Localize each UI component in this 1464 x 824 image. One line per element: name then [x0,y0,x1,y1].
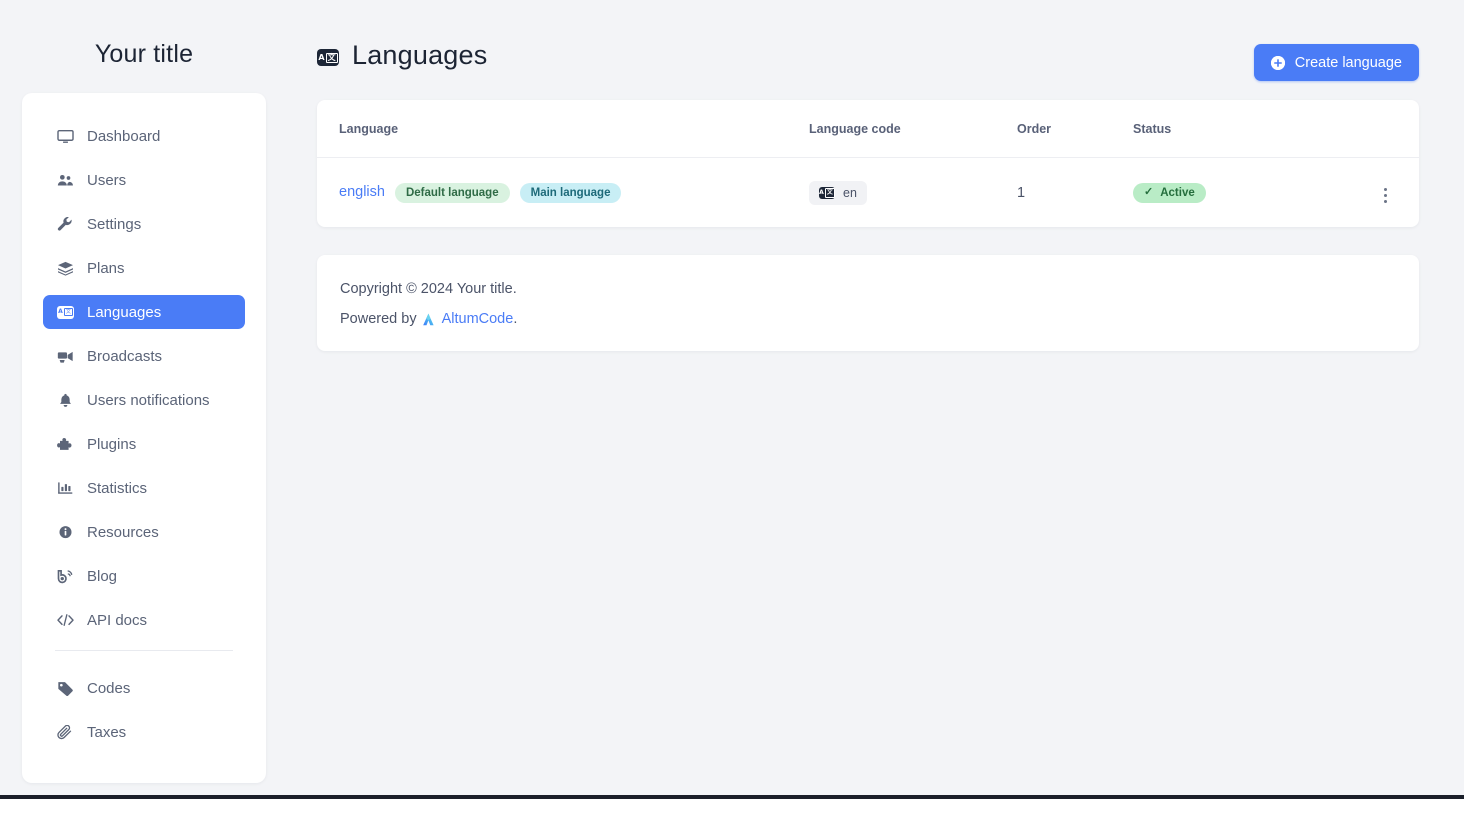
status-badge: ✓ Active [1133,183,1206,203]
language-code-value: en [843,186,857,200]
puzzle-piece-icon [55,435,76,453]
language-icon: A文 [55,303,76,321]
footer-copyright-line: Copyright © 2024 Your title. [340,281,1396,297]
footer-powered-prefix: Powered by [340,311,417,327]
language-link[interactable]: english [339,184,385,200]
sidebar-item-label: Dashboard [87,128,160,145]
language-code-pill: A文 en [809,181,867,205]
kebab-menu-icon[interactable] [1378,185,1393,206]
footer-powered-suffix: . [513,311,517,327]
language-icon: A文 [819,187,835,199]
browser-bottom-bar [0,798,1464,824]
sidebar-item-label: Blog [87,568,117,585]
sidebar-item-label: Statistics [87,480,147,497]
sidebar: Dashboard Users Settings Plans A文 Languages Br… [22,93,266,783]
info-circle-icon [55,523,76,541]
tag-icon [55,679,76,697]
sidebar-item-label: Resources [87,524,159,541]
broadcast-icon [55,347,76,365]
column-header-order: Order [1017,100,1133,158]
table-header-row: Language Language code Order Status [317,100,1419,158]
create-language-button[interactable]: Create language [1254,44,1419,81]
altumcode-link[interactable]: AltumCode [442,311,514,327]
sidebar-item-broadcasts[interactable]: Broadcasts [43,339,245,373]
layer-group-icon [55,259,76,277]
code-icon [55,611,76,629]
sidebar-item-languages[interactable]: A文 Languages [43,295,245,329]
page-title: Languages [352,40,487,71]
sidebar-item-statistics[interactable]: Statistics [43,471,245,505]
check-icon: ✓ [1144,187,1153,198]
users-icon [55,171,76,189]
sidebar-item-label: API docs [87,612,147,629]
sidebar-item-codes[interactable]: Codes [43,671,245,705]
status-label: Active [1160,187,1195,199]
sidebar-item-label: Codes [87,680,130,697]
sidebar-item-label: Broadcasts [87,348,162,365]
badge-main: Main language [520,183,622,203]
table-body: english Default language Main language A文 en… [317,158,1419,228]
sidebar-item-resources[interactable]: Resources [43,515,245,549]
create-language-label: Create language [1295,55,1402,71]
column-header-language: Language [317,100,809,158]
sidebar-item-plans[interactable]: Plans [43,251,245,285]
sidebar-item-label: Settings [87,216,141,233]
bell-icon [55,391,76,409]
column-header-actions [1333,100,1419,158]
sidebar-item-taxes[interactable]: Taxes [43,715,245,749]
desktop-icon [55,127,76,145]
cell-language-code: A文 en [809,158,1017,228]
wrench-icon [55,215,76,233]
sidebar-item-blog[interactable]: Blog [43,559,245,593]
cell-actions [1333,158,1419,228]
sidebar-item-label: Plugins [87,436,136,453]
table-row: english Default language Main language A文 en… [317,158,1419,228]
sidebar-item-settings[interactable]: Settings [43,207,245,241]
blog-icon [55,567,76,585]
badge-default: Default language [395,183,510,203]
sidebar-item-dashboard[interactable]: Dashboard [43,119,245,153]
footer-copyright: Copyright © 2024 Your title. [340,281,517,297]
sidebar-item-label: Plans [87,260,125,277]
footer-powered-line: Powered by AltumCode . [340,311,1396,327]
window-edge [0,795,1464,799]
language-icon: A文 [317,49,339,66]
sidebar-item-label: Taxes [87,724,126,741]
cell-order: 1 [1017,158,1133,228]
footer-card: Copyright © 2024 Your title. Powered by [317,255,1419,351]
page-header: A文 Languages [317,40,487,71]
sidebar-item-api-docs[interactable]: API docs [43,603,245,637]
paperclip-icon [55,723,76,741]
cell-status: ✓ Active [1133,158,1333,228]
languages-table-card: Language Language code Order Status engl… [317,100,1419,227]
altumcode-logo-icon [421,312,436,327]
column-header-status: Status [1133,100,1333,158]
sidebar-item-label: Users notifications [87,392,210,409]
sidebar-item-users[interactable]: Users [43,163,245,197]
sidebar-item-label: Languages [87,304,161,321]
sidebar-item-label: Users [87,172,126,189]
column-header-language-code: Language code [809,100,1017,158]
languages-table: Language Language code Order Status engl… [317,100,1419,227]
chart-bar-icon [55,479,76,497]
sidebar-item-users-notifications[interactable]: Users notifications [43,383,245,417]
plus-circle-icon [1271,56,1285,70]
brand-title: Your title [22,40,266,69]
table-header: Language Language code Order Status [317,100,1419,158]
sidebar-item-plugins[interactable]: Plugins [43,427,245,461]
sidebar-divider [55,650,233,651]
cell-language: english Default language Main language [317,158,809,228]
